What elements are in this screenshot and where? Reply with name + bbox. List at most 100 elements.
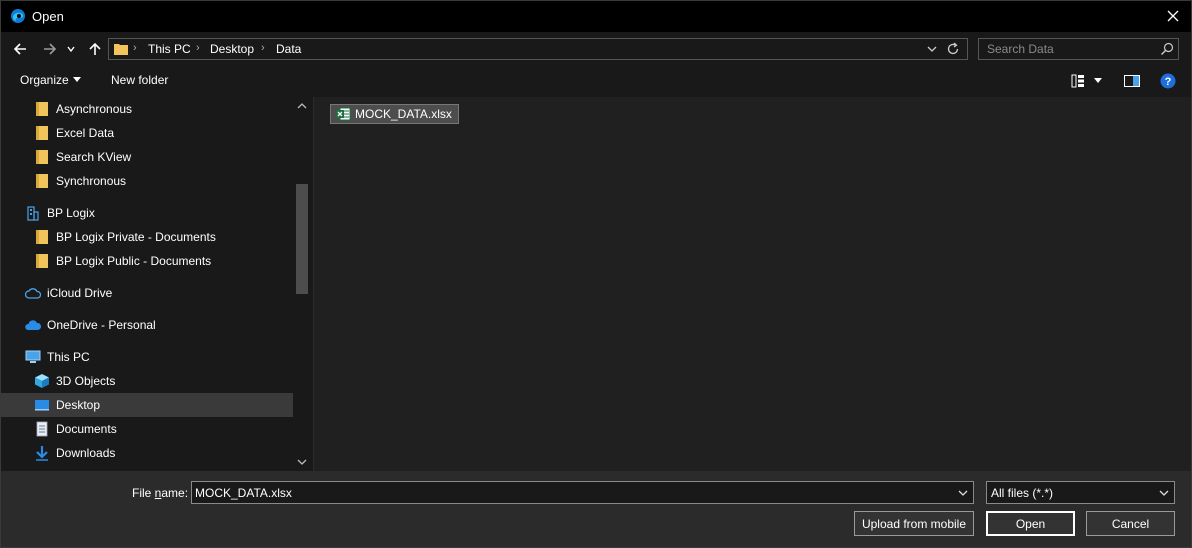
chevron-down-icon[interactable] bbox=[957, 487, 969, 499]
scroll-thumb[interactable] bbox=[296, 184, 308, 294]
preview-pane-button[interactable] bbox=[1123, 73, 1141, 89]
address-history-dropdown[interactable] bbox=[925, 42, 939, 56]
breadcrumb-data[interactable]: Data bbox=[276, 42, 301, 56]
scroll-up-icon[interactable] bbox=[297, 101, 307, 111]
back-button[interactable] bbox=[9, 38, 31, 60]
folder-icon bbox=[34, 101, 50, 117]
new-folder-label: New folder bbox=[111, 73, 169, 87]
nav-item-documents[interactable]: Documents bbox=[34, 417, 293, 441]
address-row: › This PC › Desktop › Data bbox=[1, 32, 1191, 66]
edge-icon bbox=[10, 8, 26, 24]
nav-item-onedrive[interactable]: OneDrive - Personal bbox=[25, 313, 293, 337]
nav-item-label: Asynchronous bbox=[56, 102, 133, 116]
search-input[interactable] bbox=[979, 39, 1154, 59]
help-button[interactable]: ? bbox=[1159, 73, 1177, 89]
cancel-button[interactable]: Cancel bbox=[1086, 511, 1175, 536]
title-bar: Open bbox=[1, 1, 1191, 32]
nav-scrollbar[interactable] bbox=[293, 97, 311, 471]
breadcrumb-separator: › bbox=[133, 42, 137, 54]
refresh-button[interactable] bbox=[945, 41, 961, 57]
folder-icon bbox=[34, 229, 50, 245]
nav-item-label: Documents bbox=[56, 422, 117, 436]
organize-button[interactable]: Organize bbox=[20, 73, 81, 87]
close-icon bbox=[1167, 10, 1179, 22]
arrow-up-icon bbox=[89, 42, 101, 55]
nav-item-desktop[interactable]: Desktop bbox=[1, 393, 293, 417]
folder-icon bbox=[34, 149, 50, 165]
nav-item-label: Downloads bbox=[56, 446, 116, 460]
document-icon bbox=[34, 421, 50, 437]
details-view-icon bbox=[1071, 74, 1084, 88]
forward-button[interactable] bbox=[39, 38, 61, 60]
nav-item-label: BP Logix Public - Documents bbox=[56, 254, 212, 268]
upload-from-mobile-button[interactable]: Upload from mobile bbox=[854, 511, 974, 536]
file-name-input[interactable] bbox=[192, 482, 952, 503]
new-folder-button[interactable]: New folder bbox=[111, 73, 168, 87]
nav-item-asynchronous[interactable]: Asynchronous bbox=[34, 97, 293, 121]
file-list[interactable]: MOCK_DATA.xlsx bbox=[313, 97, 1191, 471]
up-button[interactable] bbox=[84, 38, 106, 60]
organize-label: Organize bbox=[20, 73, 69, 87]
file-item-mock-data[interactable]: MOCK_DATA.xlsx bbox=[330, 104, 459, 124]
breadcrumb-separator: › bbox=[261, 42, 265, 54]
nav-item-synchronous[interactable]: Synchronous bbox=[34, 169, 293, 193]
excel-icon bbox=[335, 106, 351, 122]
bottom-panel: File name: All files (*.*) Upload from m… bbox=[1, 471, 1191, 547]
svg-text:?: ? bbox=[1165, 76, 1172, 88]
file-name-label: File name: bbox=[132, 486, 189, 500]
preview-pane-icon bbox=[1124, 75, 1140, 87]
nav-item-bp-logix-public[interactable]: BP Logix Public - Documents bbox=[34, 249, 293, 273]
command-bar: Organize New folder ? bbox=[1, 66, 1191, 97]
arrow-right-icon bbox=[44, 43, 57, 55]
view-options-button[interactable] bbox=[1069, 73, 1087, 89]
nav-item-label: 3D Objects bbox=[56, 374, 116, 388]
arrow-left-icon bbox=[13, 43, 26, 55]
computer-icon bbox=[25, 349, 41, 365]
nav-item-label: This PC bbox=[47, 350, 90, 364]
nav-item-label: iCloud Drive bbox=[47, 286, 113, 300]
nav-item-bp-logix-private[interactable]: BP Logix Private - Documents bbox=[34, 225, 293, 249]
nav-item-label: BP Logix Private - Documents bbox=[56, 230, 216, 244]
nav-item-bp-logix[interactable]: BP Logix bbox=[25, 201, 293, 225]
refresh-icon bbox=[947, 42, 959, 55]
chevron-down-icon bbox=[67, 46, 75, 53]
nav-item-label: BP Logix bbox=[47, 206, 95, 220]
help-icon: ? bbox=[1160, 73, 1176, 89]
navigation-pane: Asynchronous Excel Data Search KView Syn… bbox=[1, 97, 313, 471]
nav-item-3d-objects[interactable]: 3D Objects bbox=[34, 369, 293, 393]
nav-item-search-kview[interactable]: Search KView bbox=[34, 145, 293, 169]
file-name: MOCK_DATA.xlsx bbox=[355, 107, 452, 121]
open-button[interactable]: Open bbox=[986, 511, 1075, 536]
nav-item-downloads[interactable]: Downloads bbox=[34, 441, 293, 465]
address-bar[interactable]: › This PC › Desktop › Data bbox=[108, 38, 968, 60]
nav-item-label: Synchronous bbox=[56, 174, 127, 188]
folder-icon bbox=[34, 253, 50, 269]
folder-icon bbox=[113, 41, 129, 57]
breadcrumb-this-pc[interactable]: This PC bbox=[148, 42, 191, 56]
nav-item-this-pc[interactable]: This PC bbox=[25, 345, 293, 369]
chevron-down-icon bbox=[72, 77, 81, 82]
view-dropdown-button[interactable] bbox=[1092, 73, 1104, 89]
nav-item-icloud-drive[interactable]: iCloud Drive bbox=[25, 281, 293, 305]
search-icon[interactable] bbox=[1160, 42, 1174, 56]
open-dialog: Open › This PC › Desktop › Data Search D… bbox=[0, 0, 1192, 548]
file-name-combobox[interactable] bbox=[191, 481, 974, 504]
cube-icon bbox=[34, 373, 50, 389]
chevron-down-icon bbox=[1094, 78, 1102, 83]
nav-item-label: Search KView bbox=[56, 150, 132, 164]
file-type-select[interactable]: All files (*.*) bbox=[986, 481, 1175, 504]
file-type-value: All files (*.*) bbox=[991, 486, 1054, 500]
desktop-icon bbox=[34, 397, 50, 413]
onedrive-icon bbox=[25, 317, 41, 333]
nav-item-excel-data[interactable]: Excel Data bbox=[34, 121, 293, 145]
nav-item-label: OneDrive - Personal bbox=[47, 318, 156, 332]
chevron-down-icon bbox=[927, 46, 937, 52]
breadcrumb-desktop[interactable]: Desktop bbox=[210, 42, 254, 56]
breadcrumb-separator: › bbox=[196, 42, 200, 54]
recent-locations-button[interactable] bbox=[64, 38, 78, 60]
building-icon bbox=[25, 205, 41, 221]
folder-icon bbox=[34, 125, 50, 141]
close-button[interactable] bbox=[1161, 4, 1185, 28]
scroll-down-icon[interactable] bbox=[297, 457, 307, 467]
search-box[interactable] bbox=[978, 38, 1179, 60]
